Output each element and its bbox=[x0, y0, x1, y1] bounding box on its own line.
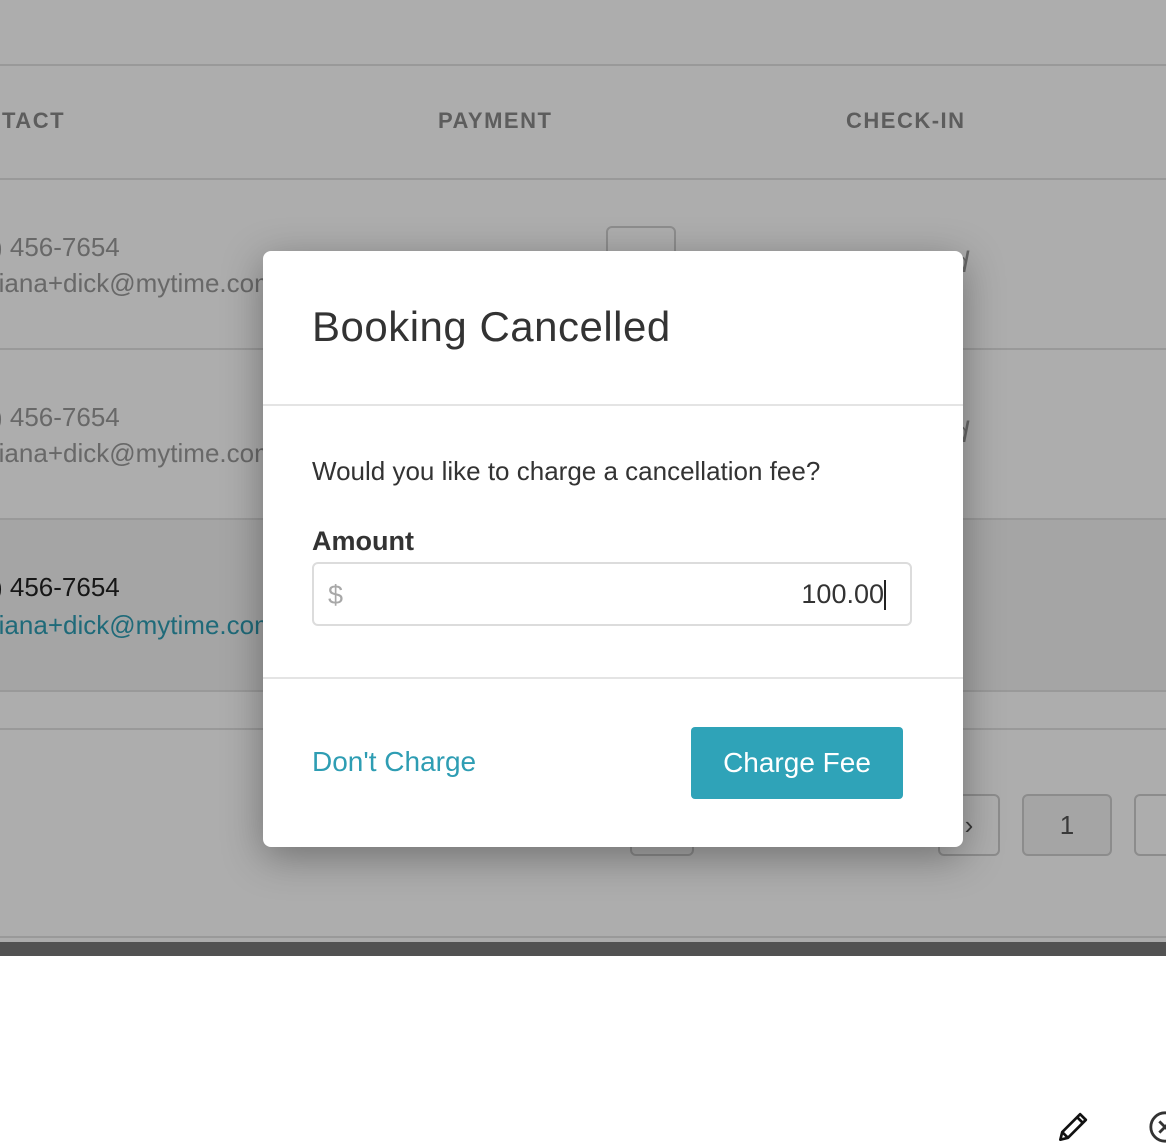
currency-symbol: $ bbox=[328, 580, 344, 610]
cancellation-fee-dialog: Booking Cancelled Would you like to char… bbox=[263, 251, 963, 847]
close-circle-icon[interactable] bbox=[1148, 1110, 1166, 1144]
amount-label: Amount bbox=[312, 526, 414, 556]
dialog-question: Would you like to charge a cancellation … bbox=[312, 456, 821, 486]
dialog-title: Booking Cancelled bbox=[312, 303, 671, 350]
text-cursor bbox=[884, 580, 886, 610]
dont-charge-link[interactable]: Don't Charge bbox=[312, 746, 476, 778]
charge-fee-button[interactable]: Charge Fee bbox=[691, 727, 903, 799]
amount-input[interactable] bbox=[364, 564, 884, 624]
amount-field[interactable]: $ bbox=[312, 562, 912, 626]
pencil-icon[interactable] bbox=[1054, 1108, 1092, 1146]
dialog-footer-divider bbox=[263, 677, 963, 679]
dialog-header-divider bbox=[263, 404, 963, 406]
